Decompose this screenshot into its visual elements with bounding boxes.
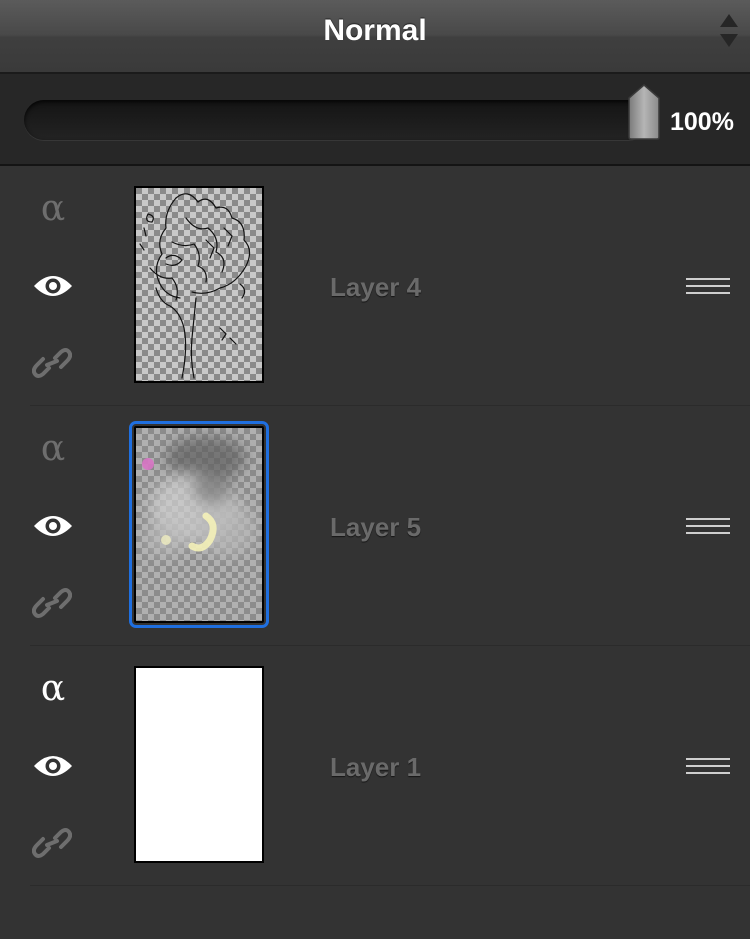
layer-thumbnail[interactable] bbox=[134, 186, 264, 383]
opacity-bar: 100% bbox=[0, 74, 750, 166]
layer-thumbnail[interactable] bbox=[134, 666, 264, 863]
link-icon[interactable] bbox=[32, 346, 72, 380]
opacity-value: 100% bbox=[670, 108, 734, 136]
layer-name[interactable]: Layer 1 bbox=[330, 752, 421, 783]
drag-handle-icon[interactable] bbox=[686, 758, 730, 774]
blend-mode-label[interactable]: Normal bbox=[0, 0, 750, 72]
opacity-slider-thumb[interactable] bbox=[628, 84, 660, 140]
up-down-stepper-icon[interactable] bbox=[718, 12, 740, 52]
chevron-up-icon[interactable] bbox=[720, 14, 738, 27]
eye-icon[interactable] bbox=[32, 752, 74, 780]
alpha-lock-icon[interactable]: α bbox=[30, 426, 76, 472]
layer-name[interactable]: Layer 4 bbox=[330, 272, 421, 303]
eye-icon[interactable] bbox=[32, 272, 74, 300]
link-icon[interactable] bbox=[32, 586, 72, 620]
alpha-lock-icon[interactable]: α bbox=[30, 186, 76, 232]
chevron-down-icon[interactable] bbox=[720, 34, 738, 47]
link-icon[interactable] bbox=[32, 826, 72, 860]
line-art-sketch-image bbox=[139, 193, 251, 379]
layer-row-layer-1[interactable]: α Layer 1 bbox=[0, 646, 750, 886]
drag-handle-icon[interactable] bbox=[686, 518, 730, 534]
soft-shading-image bbox=[142, 436, 256, 556]
opacity-slider-track[interactable] bbox=[24, 100, 648, 140]
layer-thumbnail-selected[interactable] bbox=[129, 421, 269, 628]
layer-list: α Layer 4 α Layer 5 α Layer 1 bbox=[0, 166, 750, 886]
layer-row-layer-4[interactable]: α Layer 4 bbox=[0, 166, 750, 406]
drag-handle-icon[interactable] bbox=[686, 278, 730, 294]
blend-mode-header[interactable]: Normal bbox=[0, 0, 750, 74]
layer-row-layer-5[interactable]: α Layer 5 bbox=[0, 406, 750, 646]
layer-name[interactable]: Layer 5 bbox=[330, 512, 421, 543]
alpha-lock-icon[interactable]: α bbox=[30, 666, 76, 712]
eye-icon[interactable] bbox=[32, 512, 74, 540]
